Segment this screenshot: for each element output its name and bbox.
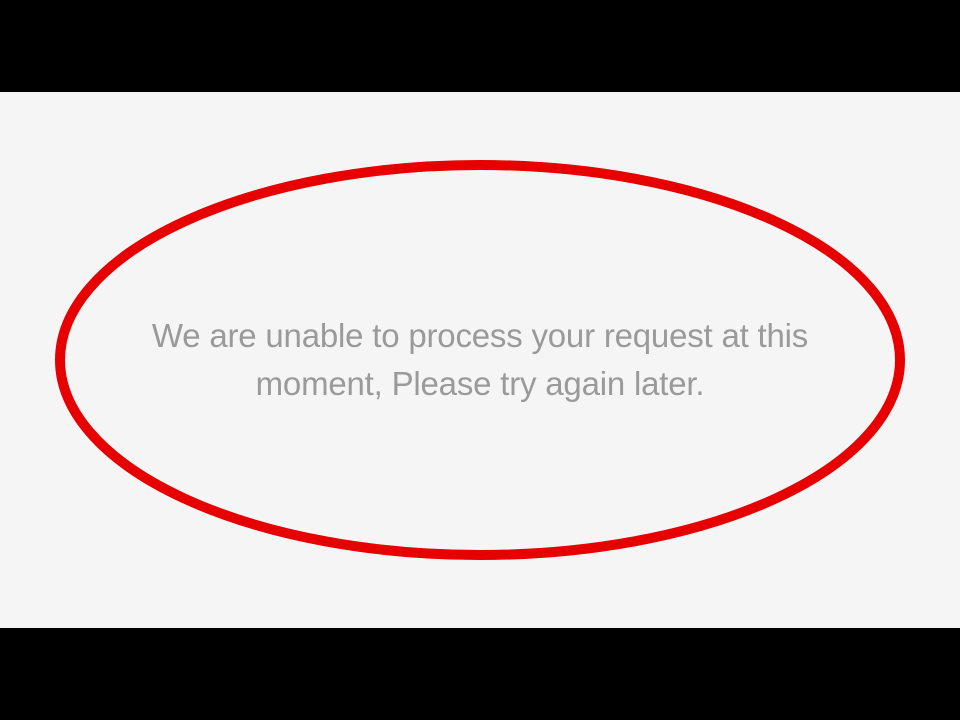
letterbox-bar-top [0,0,960,92]
error-message-text: We are unable to process your request at… [100,312,860,408]
letterbox-bar-bottom [0,628,960,720]
highlighted-region: We are unable to process your request at… [40,150,920,570]
error-content-area: We are unable to process your request at… [0,92,960,628]
